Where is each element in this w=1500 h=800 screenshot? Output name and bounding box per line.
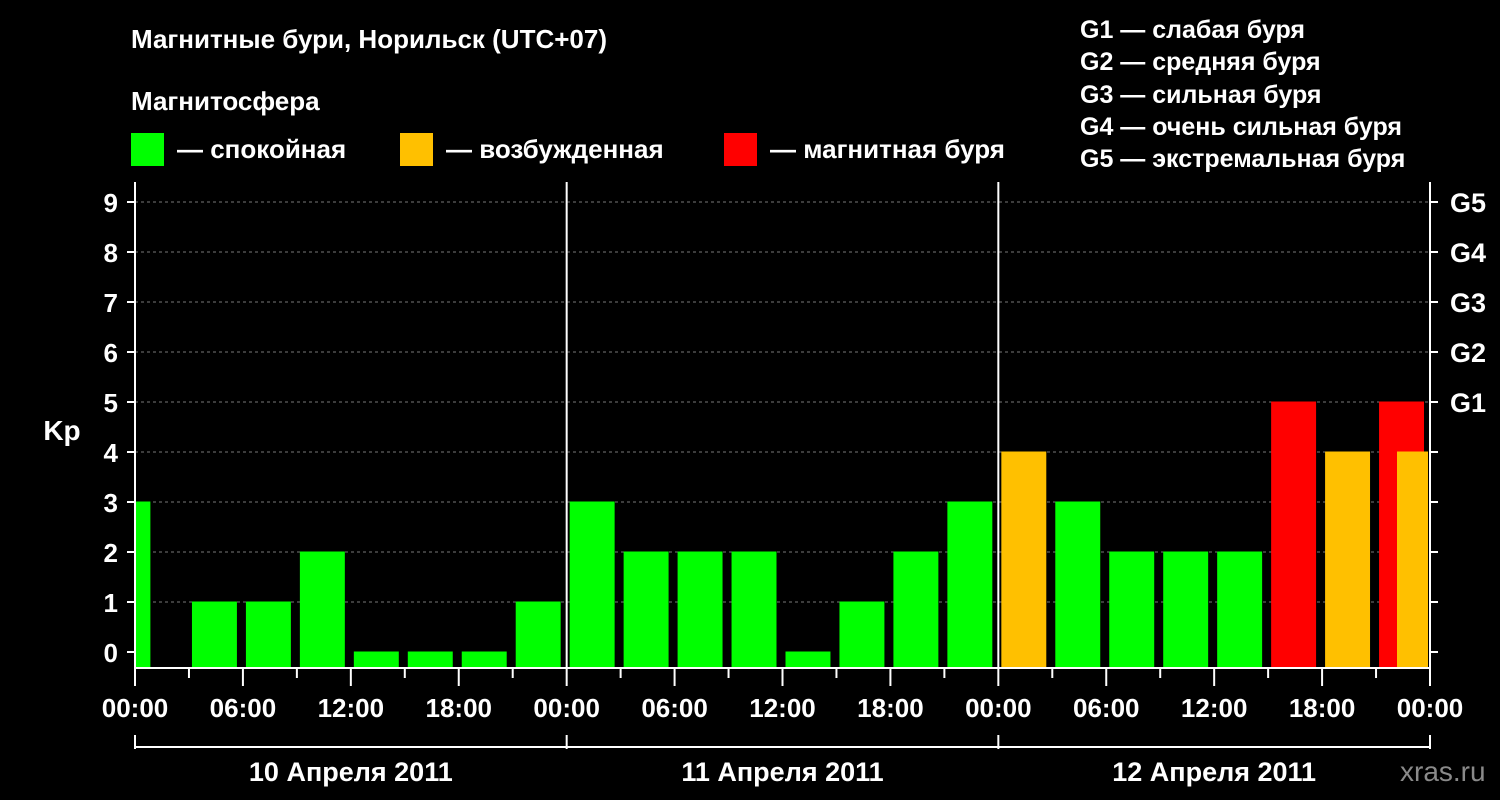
x-tick-label: 12:00 bbox=[749, 693, 816, 723]
y-tick-label: 5 bbox=[104, 388, 118, 418]
y-tick-label: 7 bbox=[104, 288, 118, 318]
x-tick-label: 18:00 bbox=[1289, 693, 1356, 723]
kp-bar bbox=[1163, 551, 1209, 668]
kp-bar bbox=[1055, 501, 1101, 668]
kp-bar bbox=[353, 651, 399, 668]
watermark: xras.ru bbox=[1400, 756, 1486, 787]
y-tick-label: 0 bbox=[104, 638, 118, 668]
x-tick-label: 00:00 bbox=[965, 693, 1032, 723]
y-tick-label: 6 bbox=[104, 338, 118, 368]
y-tick-label: 2 bbox=[104, 538, 118, 568]
kp-bar bbox=[947, 501, 993, 668]
kp-bar bbox=[245, 601, 291, 668]
y-tick-label: 4 bbox=[104, 438, 119, 468]
kp-bar bbox=[1325, 451, 1371, 668]
x-tick-label: 00:00 bbox=[102, 693, 169, 723]
y-tick-label: 8 bbox=[104, 238, 118, 268]
kp-bar bbox=[1109, 551, 1155, 668]
kp-bar bbox=[1397, 451, 1428, 668]
day-label: 10 Апреля 2011 bbox=[249, 757, 453, 787]
kp-bar bbox=[569, 501, 615, 668]
kp-bar-chart: 0 1 2 3 4 5 6 7 8 9 Kp G1 G2 G3 G4 G5 00:00 06:00 12:00 18:… bbox=[43, 182, 1486, 787]
kp-bar bbox=[191, 601, 237, 668]
y-tick-label: 9 bbox=[104, 188, 118, 218]
day-label: 12 Апреля 2011 bbox=[1112, 757, 1316, 787]
kp-bar bbox=[623, 551, 669, 668]
x-tick-label: 00:00 bbox=[533, 693, 600, 723]
kp-bar bbox=[299, 551, 345, 668]
x-tick-label: 06:00 bbox=[641, 693, 708, 723]
kp-bar bbox=[1271, 401, 1317, 668]
kp-bar bbox=[515, 601, 561, 668]
x-tick-label: 18:00 bbox=[426, 693, 493, 723]
x-tick-label: 12:00 bbox=[1181, 693, 1248, 723]
g-axis-label: G1 bbox=[1450, 388, 1486, 418]
kp-bar bbox=[731, 551, 777, 668]
kp-bar bbox=[1217, 551, 1263, 668]
y-axis-label: Kp bbox=[43, 415, 80, 446]
x-tick-label: 06:00 bbox=[1073, 693, 1140, 723]
kp-bar bbox=[785, 651, 831, 668]
kp-bar bbox=[839, 601, 885, 668]
kp-bar bbox=[677, 551, 723, 668]
x-tick-label: 06:00 bbox=[210, 693, 277, 723]
g-axis-label: G4 bbox=[1450, 238, 1486, 268]
x-tick-label: 12:00 bbox=[318, 693, 385, 723]
y-tick-label: 3 bbox=[104, 488, 118, 518]
kp-bar bbox=[1001, 451, 1047, 668]
x-tick-label: 18:00 bbox=[857, 693, 924, 723]
g-axis-label: G3 bbox=[1450, 288, 1486, 318]
kp-bar bbox=[461, 651, 507, 668]
kp-bar bbox=[893, 551, 939, 668]
x-tick-label: 00:00 bbox=[1397, 693, 1464, 723]
g-axis-label: G2 bbox=[1450, 338, 1486, 368]
kp-bar bbox=[136, 501, 151, 668]
g-axis-label: G5 bbox=[1450, 188, 1486, 218]
day-label: 11 Апреля 2011 bbox=[681, 757, 883, 787]
y-tick-label: 1 bbox=[104, 588, 118, 618]
kp-bar bbox=[407, 651, 453, 668]
